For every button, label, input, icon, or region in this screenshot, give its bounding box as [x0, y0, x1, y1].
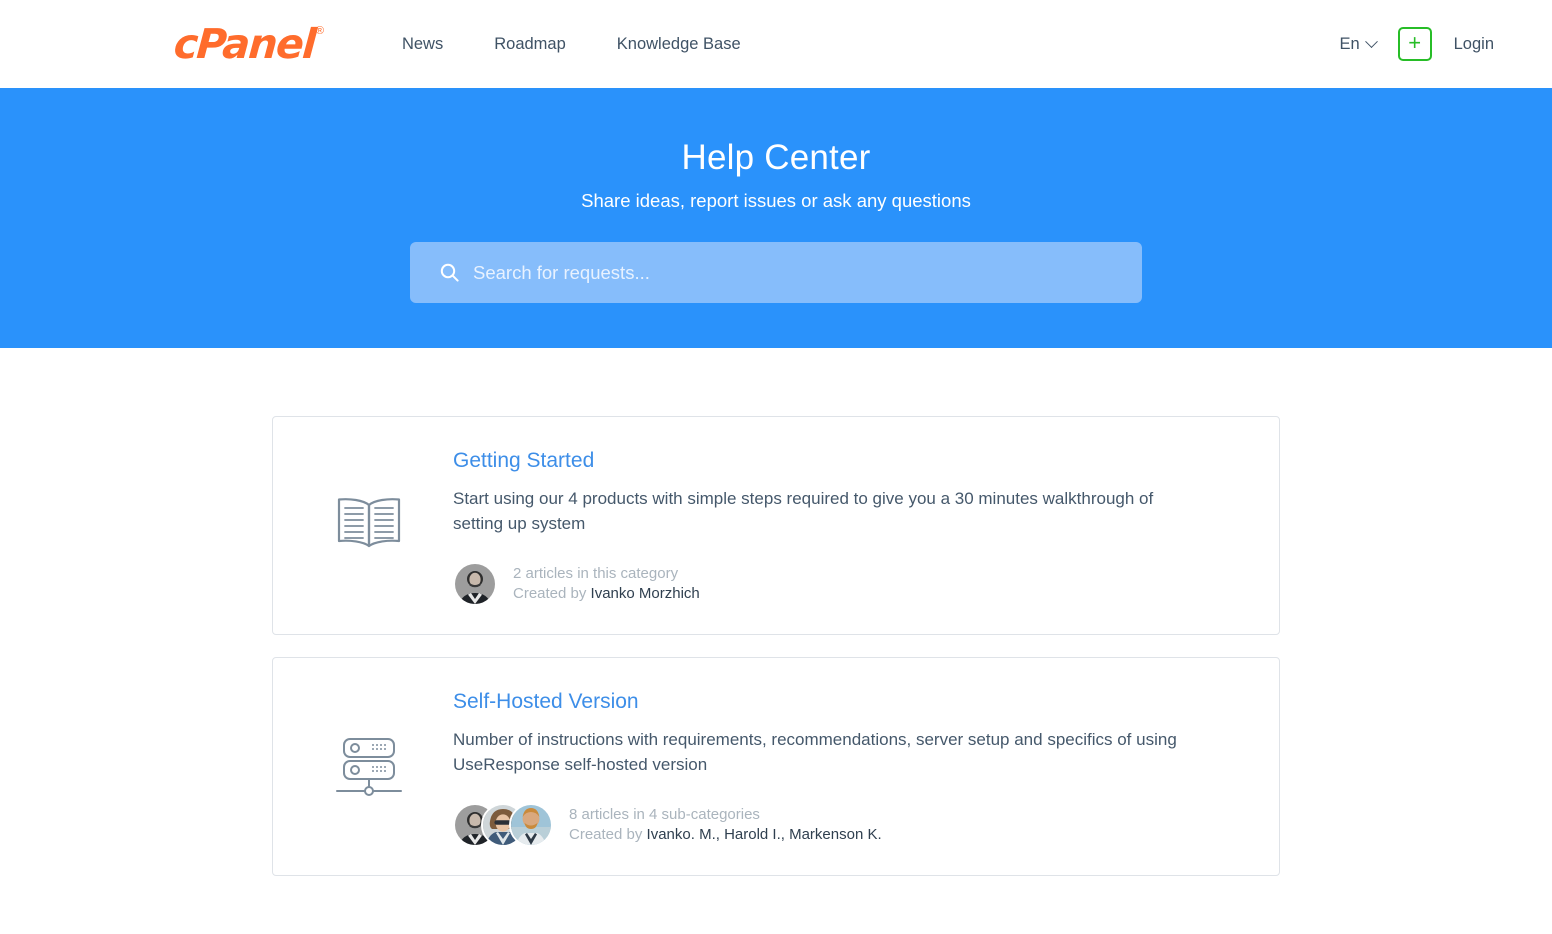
category-card-self-hosted-version[interactable]: Self-Hosted Version Number of instructio…: [272, 657, 1280, 876]
search-box[interactable]: [410, 242, 1142, 303]
page-subtitle: Share ideas, report issues or ask any qu…: [581, 190, 971, 211]
category-card-getting-started[interactable]: Getting Started Start using our 4 produc…: [272, 416, 1280, 635]
avatar: [509, 803, 553, 847]
author-names: Ivanko. M., Harold I., Markenson K.: [646, 826, 882, 843]
language-label: En: [1339, 34, 1360, 53]
category-description: Number of instructions with requirements…: [453, 730, 1177, 774]
category-authors: Created by Ivanko Morzhich: [513, 584, 700, 604]
category-description: Start using our 4 products with simple s…: [453, 489, 1154, 533]
category-meta: 8 articles in 4 sub-categories Created b…: [453, 803, 1243, 847]
avatar: [453, 562, 497, 606]
nav-item-news[interactable]: News: [402, 35, 443, 54]
registered-trademark-icon: ®: [315, 24, 324, 37]
chevron-down-icon: [1364, 34, 1378, 48]
server-icon: [309, 688, 429, 847]
avatar-group: [453, 803, 553, 847]
category-meta: 2 articles in this category Created by I…: [453, 562, 1243, 606]
category-card-body: Getting Started Start using our 4 produc…: [429, 447, 1243, 606]
search-icon: [440, 263, 459, 282]
main-nav: News Roadmap Knowledge Base: [402, 35, 741, 54]
site-header: cPanel ® News Roadmap Knowledge Base En …: [0, 0, 1552, 88]
page-title: Help Center: [681, 138, 871, 177]
add-request-button[interactable]: +: [1397, 27, 1432, 61]
category-meta-text: 8 articles in 4 sub-categories Created b…: [569, 805, 882, 845]
login-link[interactable]: Login: [1454, 35, 1494, 54]
plus-icon: +: [1408, 29, 1422, 55]
header-actions: En + Login: [1339, 27, 1494, 61]
nav-item-roadmap[interactable]: Roadmap: [494, 35, 566, 54]
cpanel-logo[interactable]: cPanel ®: [172, 19, 324, 68]
category-title-link[interactable]: Getting Started: [453, 449, 594, 473]
category-meta-text: 2 articles in this category Created by I…: [513, 564, 700, 604]
category-authors: Created by Ivanko. M., Harold I., Marken…: [569, 825, 882, 845]
category-title-link[interactable]: Self-Hosted Version: [453, 690, 639, 714]
open-book-icon: [309, 447, 429, 606]
brand-wordmark: cPanel: [172, 19, 317, 68]
article-count: 2 articles in this category: [513, 565, 679, 582]
category-card-body: Self-Hosted Version Number of instructio…: [429, 688, 1243, 847]
nav-item-knowledge-base[interactable]: Knowledge Base: [617, 35, 741, 54]
category-list: Getting Started Start using our 4 produc…: [0, 348, 1552, 876]
author-names: Ivanko Morzhich: [590, 585, 700, 602]
created-by-label: Created by: [569, 826, 643, 843]
created-by-label: Created by: [513, 585, 587, 602]
language-switcher[interactable]: En: [1339, 34, 1378, 54]
avatar-group: [453, 562, 497, 606]
search-input[interactable]: [473, 261, 1112, 284]
article-count: 8 articles in 4 sub-categories: [569, 806, 760, 823]
hero-section: Help Center Share ideas, report issues o…: [0, 88, 1552, 348]
